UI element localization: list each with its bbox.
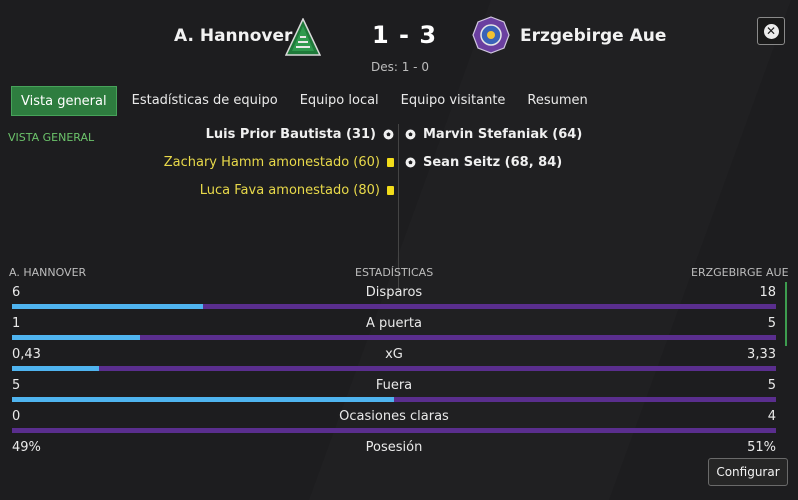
section-label: VISTA GENERAL	[8, 131, 95, 144]
scrollbar-thumb[interactable]	[785, 282, 787, 346]
close-button[interactable]: ✕	[757, 17, 785, 45]
stat-bar-home-fill	[12, 304, 203, 309]
stat-row-on-target: 1 A puerta 5	[12, 316, 776, 347]
stat-bar	[12, 366, 776, 371]
home-event-booking[interactable]: Luca Fava amonestado (80)	[200, 183, 394, 198]
home-event-booking[interactable]: Zachary Hamm amonestado (60)	[164, 155, 394, 170]
stat-name: Fuera	[375, 378, 413, 393]
home-event-goal[interactable]: Luis Prior Bautista (31)	[206, 127, 394, 142]
stat-row-possession: 49% Posesión 51%	[12, 440, 776, 471]
away-team-name: Erzgebirge Aue	[520, 26, 667, 46]
stat-row-clear-chances: 0 Ocasiones claras 4	[12, 409, 776, 440]
halftime-score: Des: 1 - 0	[371, 60, 429, 74]
event-text: Luis Prior Bautista (31)	[205, 127, 376, 142]
stat-bar-home-fill	[12, 335, 140, 340]
stat-away-value: 4	[767, 409, 776, 424]
event-text: Zachary Hamm amonestado (60)	[163, 155, 380, 170]
stat-bar-home-fill	[12, 397, 394, 402]
event-text: Marvin Stefaniak (64)	[423, 127, 583, 142]
close-icon: ✕	[763, 23, 779, 39]
stat-away-value: 3,33	[747, 347, 776, 362]
configure-button[interactable]: Configurar	[708, 458, 788, 486]
tab-away-team[interactable]: Equipo visitante	[394, 86, 513, 116]
match-score: 1 - 3	[372, 21, 438, 49]
stat-name: Disparos	[365, 285, 423, 300]
stat-name: A puerta	[366, 316, 422, 331]
stat-away-value: 18	[759, 285, 776, 300]
stats-away-label: ERZGEBIRGE AUE	[691, 266, 789, 279]
stats-title: ESTADÍSTICAS	[355, 266, 434, 279]
yellow-card-icon	[387, 158, 394, 167]
football-icon	[405, 157, 416, 168]
stat-bar	[12, 304, 776, 309]
stat-bar	[12, 335, 776, 340]
stat-bar	[12, 397, 776, 402]
away-event-goal[interactable]: Marvin Stefaniak (64)	[405, 127, 582, 142]
yellow-card-icon	[387, 186, 394, 195]
event-text: Luca Fava amonestado (80)	[199, 183, 380, 198]
stat-bar	[12, 428, 776, 433]
football-icon	[383, 129, 394, 140]
away-team-crest-icon	[472, 16, 510, 54]
tab-team-stats[interactable]: Estadísticas de equipo	[125, 86, 285, 116]
stat-name: Posesión	[365, 440, 423, 455]
stat-name: Ocasiones claras	[339, 409, 449, 424]
stat-row-shots: 6 Disparos 18	[12, 285, 776, 316]
tab-bar: Vista general Estadísticas de equipo Equ…	[11, 86, 603, 116]
stat-away-value: 5	[767, 316, 776, 331]
tab-home-team[interactable]: Equipo local	[293, 86, 386, 116]
stat-away-value: 5	[767, 378, 776, 393]
football-icon	[405, 129, 416, 140]
away-event-goal[interactable]: Sean Seitz (68, 84)	[405, 155, 562, 170]
stat-name: xG	[385, 347, 403, 362]
stat-bar-home-fill	[12, 366, 100, 371]
stat-away-value: 51%	[747, 440, 776, 455]
stats-home-label: A. HANNOVER	[9, 266, 87, 279]
stat-row-xg: 0,43 xG 3,33	[12, 347, 776, 378]
tab-summary[interactable]: Resumen	[520, 86, 594, 116]
event-text: Sean Seitz (68, 84)	[423, 155, 563, 170]
tab-overview[interactable]: Vista general	[11, 86, 117, 116]
home-team-name: A. Hannover	[174, 26, 293, 46]
stat-row-off-target: 5 Fuera 5	[12, 378, 776, 409]
home-team-crest-icon	[285, 18, 321, 56]
